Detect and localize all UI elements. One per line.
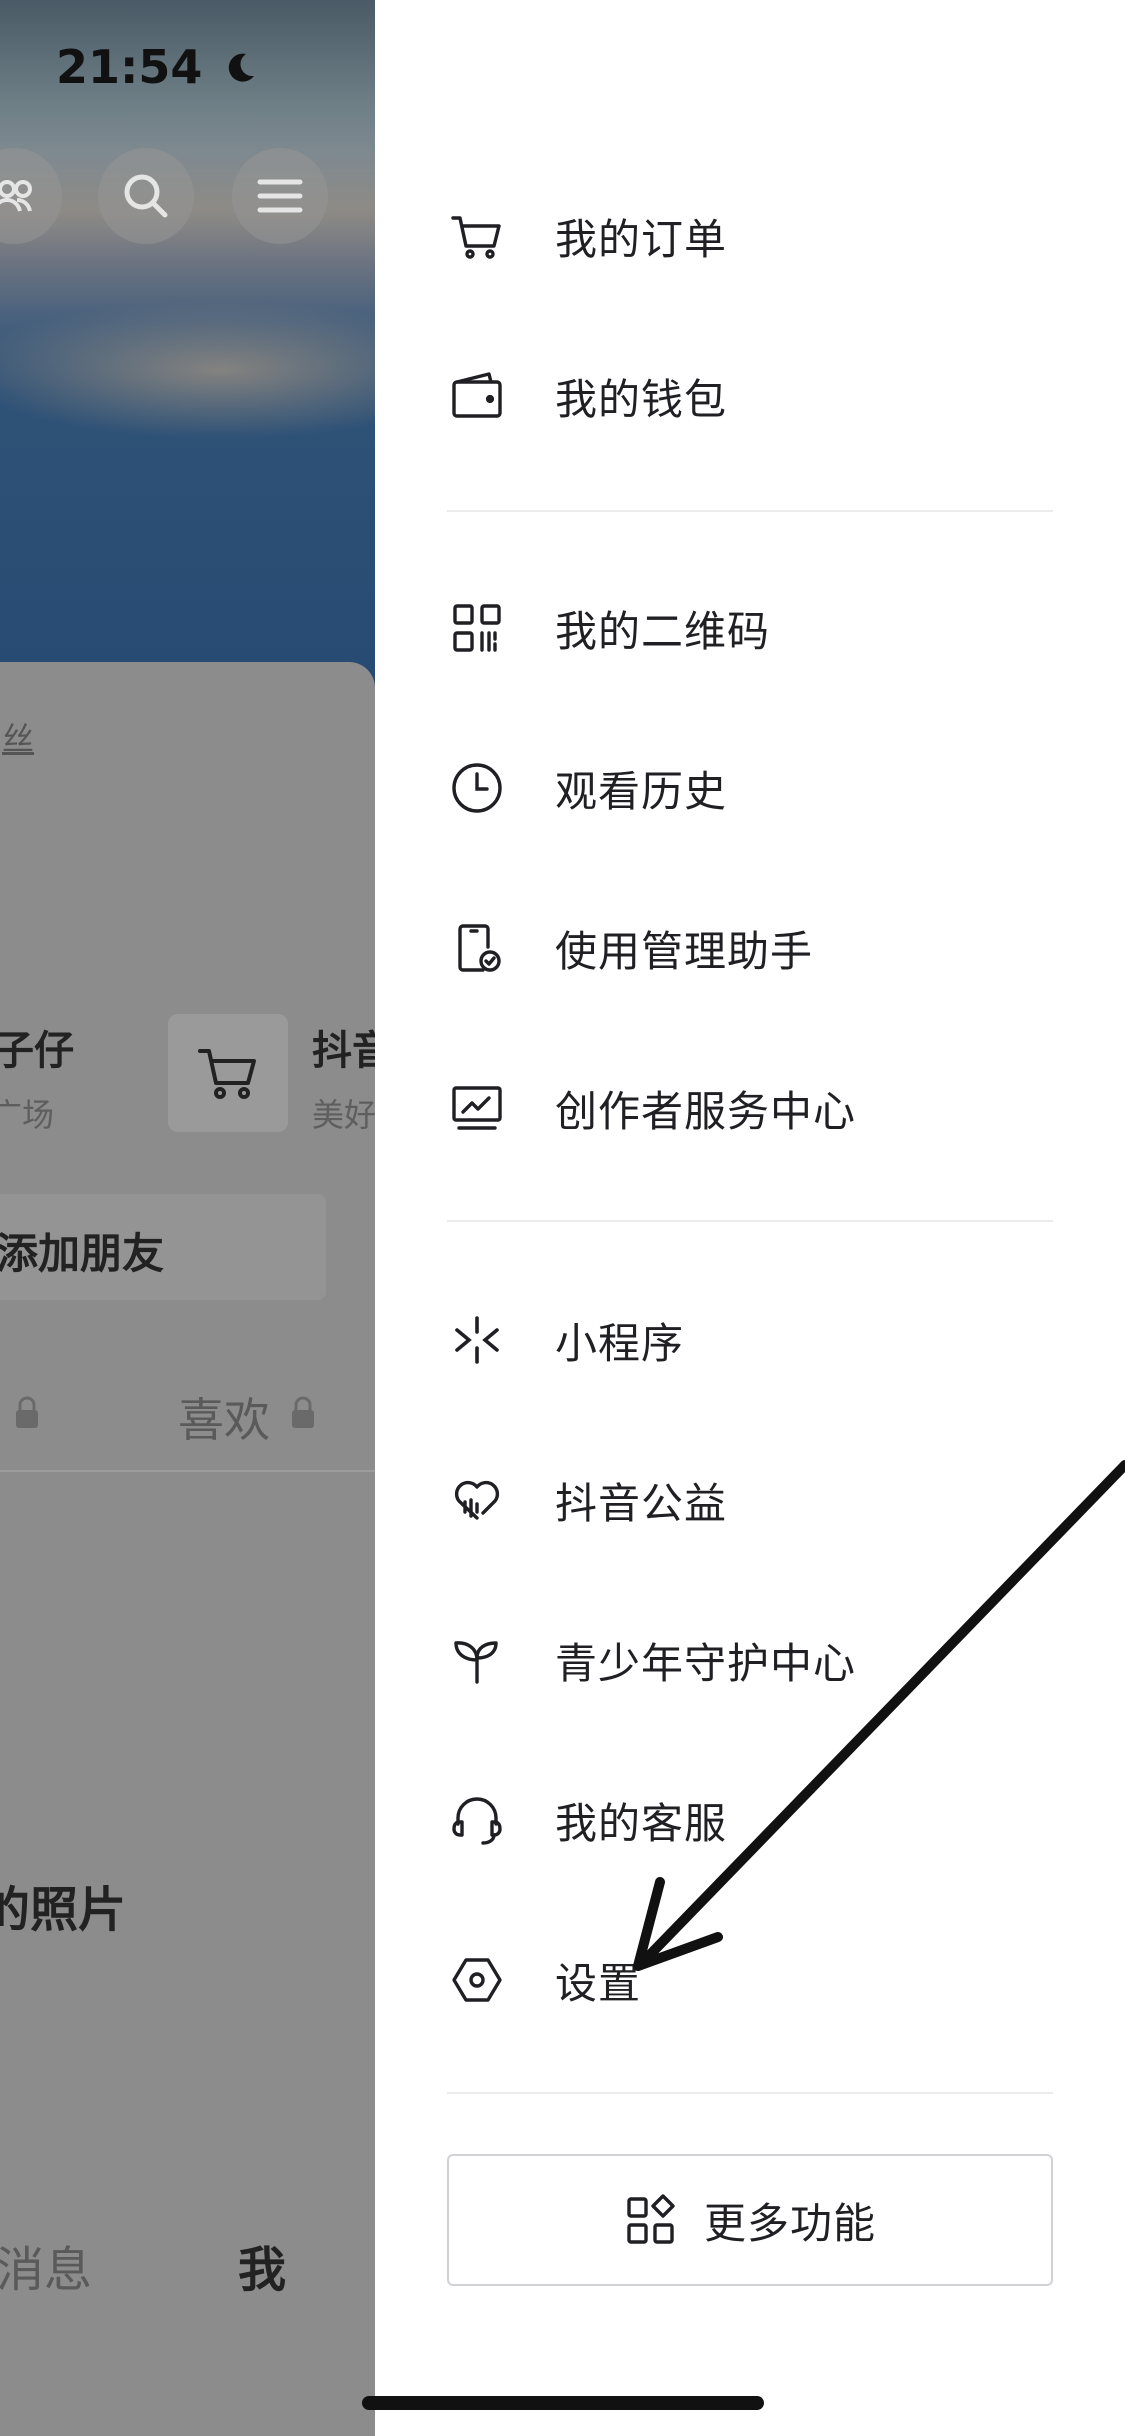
menu-divider [447, 1220, 1053, 1222]
background-profile-page: 丝 子仔 广场 抖音 美好 添加朋友 喜欢 的照片 消息 我 [0, 0, 375, 2436]
menu-label: 设置 [555, 1958, 642, 2008]
menu-divider [447, 2092, 1053, 2094]
profile-card [0, 662, 375, 2436]
nav-messages[interactable]: 消息 [0, 2230, 92, 2300]
menu-item-my-orders[interactable]: 我的订单 [447, 186, 1057, 286]
qrcode-icon [447, 598, 507, 658]
sprout-icon [447, 1630, 507, 1690]
menu-label: 我的钱包 [555, 374, 728, 424]
bg-item1-title: 子仔 [0, 1028, 74, 1074]
more-features-label: 更多功能 [703, 2198, 876, 2248]
clock-icon [447, 758, 507, 818]
tab-like[interactable]: 喜欢 [178, 1384, 270, 1450]
phone-check-icon [447, 918, 507, 978]
menu-label: 抖音公益 [555, 1478, 728, 1528]
menu-item-usage-assistant[interactable]: 使用管理助手 [447, 898, 1057, 998]
nav-me[interactable]: 我 [238, 2230, 286, 2300]
side-drawer-menu: 我的订单 我的钱包 我的二维码 观看历史 使用管理助手 创作者服务中心 小程序 … [375, 0, 1125, 2436]
menu-label: 使用管理助手 [555, 926, 814, 976]
fans-label[interactable]: 丝 [2, 714, 34, 760]
time-label: 21:54 [56, 40, 203, 94]
more-features-button[interactable]: 更多功能 [447, 2154, 1053, 2286]
menu-label: 观看历史 [555, 766, 728, 816]
menu-item-watch-history[interactable]: 观看历史 [447, 738, 1057, 838]
home-indicator[interactable] [362, 2396, 764, 2410]
apps-grid-icon [627, 2194, 675, 2244]
hexagon-settings-icon [447, 1950, 507, 2010]
moon-icon [229, 53, 255, 82]
bg-item2-title: 抖音 [312, 1028, 375, 1074]
menu-label: 创作者服务中心 [555, 1086, 857, 1136]
menu-label: 我的二维码 [555, 606, 771, 656]
wallet-icon [447, 366, 507, 426]
bg-item2-sub: 美好 [312, 1096, 375, 1134]
menu-icon[interactable] [232, 148, 328, 244]
photos-text: 的照片 [0, 1882, 127, 1938]
tab-divider [0, 1470, 375, 1472]
lock-icon [292, 1396, 314, 1428]
status-time: 21:54 [56, 40, 258, 94]
bg-cart-tile[interactable] [168, 1014, 288, 1132]
menu-item-mini-programs[interactable]: 小程序 [447, 1290, 1057, 1390]
menu-divider [447, 510, 1053, 512]
menu-item-my-wallet[interactable]: 我的钱包 [447, 346, 1057, 446]
menu-item-douyin-charity[interactable]: 抖音公益 [447, 1450, 1057, 1550]
headset-icon [447, 1790, 507, 1850]
cover-haze [0, 300, 375, 440]
menu-item-settings[interactable]: 设置 [447, 1930, 1057, 2030]
menu-item-customer-service[interactable]: 我的客服 [447, 1770, 1057, 1870]
add-friend-label: 添加朋友 [0, 1229, 165, 1278]
menu-label: 我的客服 [555, 1798, 728, 1848]
menu-label: 小程序 [555, 1318, 685, 1368]
cart-icon [447, 206, 507, 266]
cart-icon [198, 1049, 256, 1099]
menu-item-my-qrcode[interactable]: 我的二维码 [447, 578, 1057, 678]
menu-item-creator-center[interactable]: 创作者服务中心 [447, 1058, 1057, 1158]
bg-item1-sub: 广场 [0, 1096, 55, 1134]
search-icon[interactable] [98, 148, 194, 244]
menu-item-youth-protection[interactable]: 青少年守护中心 [447, 1610, 1057, 1710]
asterisk-icon [447, 1310, 507, 1370]
menu-label: 青少年守护中心 [555, 1638, 857, 1688]
menu-label: 我的订单 [555, 214, 728, 264]
heart-chart-icon [447, 1470, 507, 1530]
monitor-chart-icon [447, 1078, 507, 1138]
lock-icon [16, 1396, 38, 1428]
